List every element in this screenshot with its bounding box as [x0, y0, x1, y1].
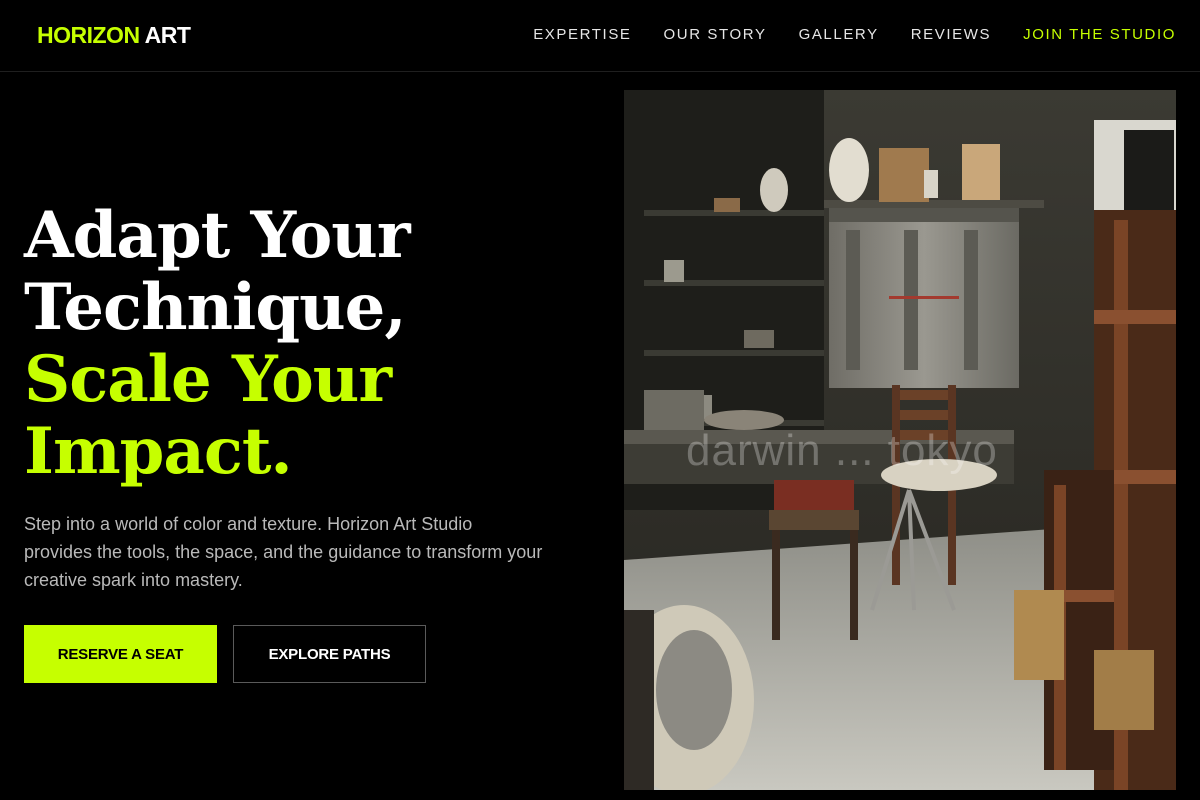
nav-reviews[interactable]: REVIEWS [911, 26, 991, 43]
nav-expertise[interactable]: EXPERTISE [533, 26, 631, 43]
logo-accent-text: HORIZON [37, 22, 140, 48]
main-nav: EXPERTISE OUR STORY GALLERY REVIEWS JOIN… [533, 26, 1176, 43]
headline-line-3: Scale Your [24, 342, 392, 417]
reserve-seat-button[interactable]: RESERVE A SEAT [24, 625, 217, 683]
hero-subtext: Step into a world of color and texture. … [24, 514, 543, 590]
nav-gallery[interactable]: GALLERY [799, 26, 879, 43]
studio-photo: darwin ... tokyo [624, 90, 1176, 790]
nav-our-story[interactable]: OUR STORY [664, 26, 767, 43]
photo-watermark: darwin ... tokyo [686, 426, 998, 475]
headline-line-4: Impact. [24, 414, 293, 489]
hero-headline: Adapt Your Technique, Scale Your Impact. [24, 198, 411, 489]
headline-line-2: Technique, [24, 270, 407, 345]
nav-join-the-studio[interactable]: JOIN THE STUDIO [1023, 26, 1176, 43]
headline-line-1: Adapt Your [24, 198, 411, 273]
logo-plain-text: ART [144, 22, 191, 48]
site-header: HORIZON ART EXPERTISE OUR STORY GALLERY … [0, 0, 1200, 72]
explore-paths-button[interactable]: EXPLORE PATHS [233, 625, 426, 683]
logo[interactable]: HORIZON ART [37, 22, 191, 49]
